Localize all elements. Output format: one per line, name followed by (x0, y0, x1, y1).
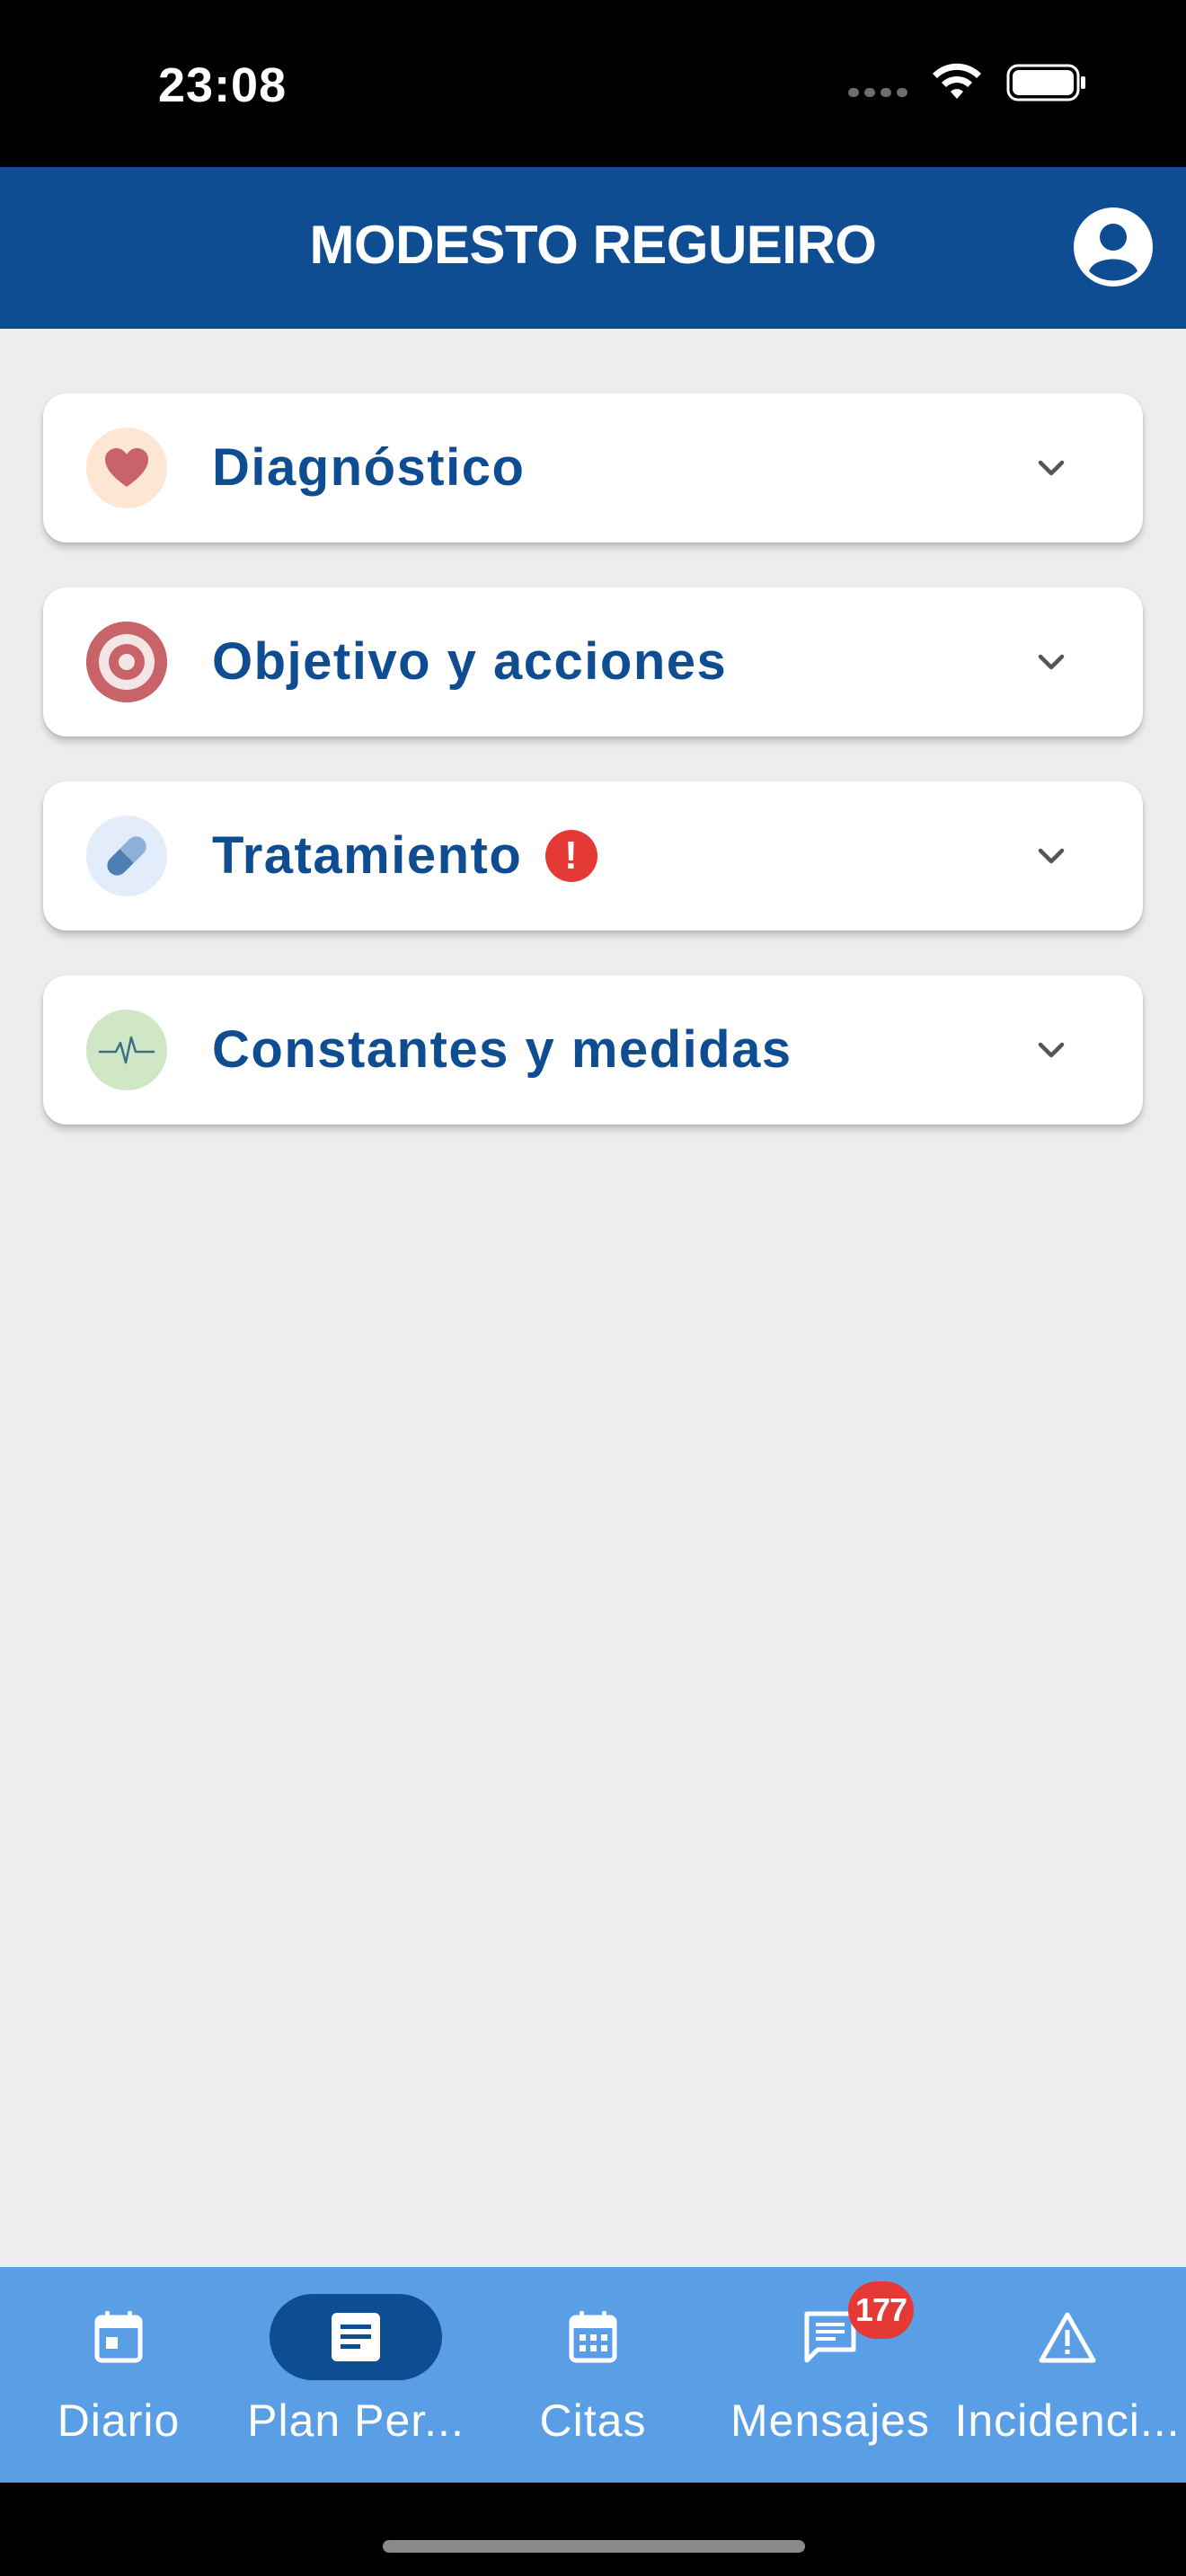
section-label: Tratamiento ! (212, 781, 598, 931)
bottom-nav: Diario Plan Per... Citas 177 Mensajes In… (0, 2267, 1186, 2483)
chevron-down-icon (1038, 1042, 1065, 1058)
heart-icon (105, 448, 148, 487)
nav-active-indicator (270, 2294, 442, 2380)
nav-icon-container (981, 2294, 1154, 2380)
calendar-day-icon (94, 2311, 143, 2363)
section-label: Constantes y medidas (212, 975, 792, 1125)
section-label: Objetivo y acciones (212, 587, 727, 737)
nav-item-citas[interactable]: Citas (474, 2267, 712, 2483)
nav-item-diario[interactable]: Diario (0, 2267, 237, 2483)
profile-button[interactable] (1071, 205, 1155, 289)
nav-label: Mensajes (730, 2395, 930, 2446)
pill-icon (107, 836, 146, 876)
home-indicator-area (0, 2483, 1186, 2576)
section-label: Diagnóstico (212, 393, 525, 543)
cellular-signal-icon (848, 88, 907, 97)
status-icons (848, 63, 1087, 102)
chevron-down-icon (1038, 460, 1065, 476)
warning-icon (1039, 2312, 1096, 2363)
battery-icon (1006, 64, 1085, 101)
user-avatar-icon (1074, 207, 1153, 287)
section-diagnostico[interactable]: Diagnóstico (43, 393, 1143, 543)
nav-icon-container (507, 2294, 679, 2380)
nav-icon-container (32, 2294, 205, 2380)
chevron-down-icon (1038, 848, 1065, 864)
nav-label: Incidenci... (954, 2395, 1181, 2446)
chevron-down-icon (1038, 654, 1065, 670)
section-icon (86, 428, 167, 508)
document-icon (332, 2313, 380, 2361)
page-title: MODESTO REGUEIRO (309, 215, 877, 275)
home-indicator[interactable] (383, 2540, 805, 2553)
nav-item-mensajes[interactable]: 177 Mensajes (712, 2267, 949, 2483)
nav-label: Diario (57, 2395, 181, 2446)
section-title: Objetivo y acciones (212, 632, 728, 691)
wifi-icon (933, 63, 981, 99)
section-title: Tratamiento (212, 826, 523, 885)
nav-label: Plan Per... (247, 2395, 465, 2446)
section-constantes-medidas[interactable]: Constantes y medidas (43, 975, 1143, 1125)
nav-item-plan-personal[interactable]: Plan Per... (237, 2267, 474, 2483)
section-title: Diagnóstico (212, 438, 526, 497)
section-icon (86, 816, 167, 896)
section-title: Constantes y medidas (212, 1020, 792, 1079)
section-icon (86, 622, 167, 702)
heartbeat-icon (98, 1036, 155, 1064)
section-objetivo-acciones[interactable]: Objetivo y acciones (43, 587, 1143, 737)
alert-badge: ! (545, 830, 598, 882)
nav-label: Citas (539, 2395, 647, 2446)
nav-item-incidencias[interactable]: Incidenci... (949, 2267, 1186, 2483)
status-bar: 23:08 (0, 0, 1186, 167)
target-icon (86, 622, 167, 702)
section-icon (86, 1010, 167, 1090)
calendar-icon (569, 2311, 617, 2363)
section-list: Diagnóstico Objetivo y acciones Tratamie… (43, 393, 1143, 1169)
unread-count-badge: 177 (848, 2281, 915, 2339)
section-tratamiento[interactable]: Tratamiento ! (43, 781, 1143, 931)
status-time: 23:08 (158, 58, 288, 112)
app-header: MODESTO REGUEIRO (0, 167, 1186, 329)
